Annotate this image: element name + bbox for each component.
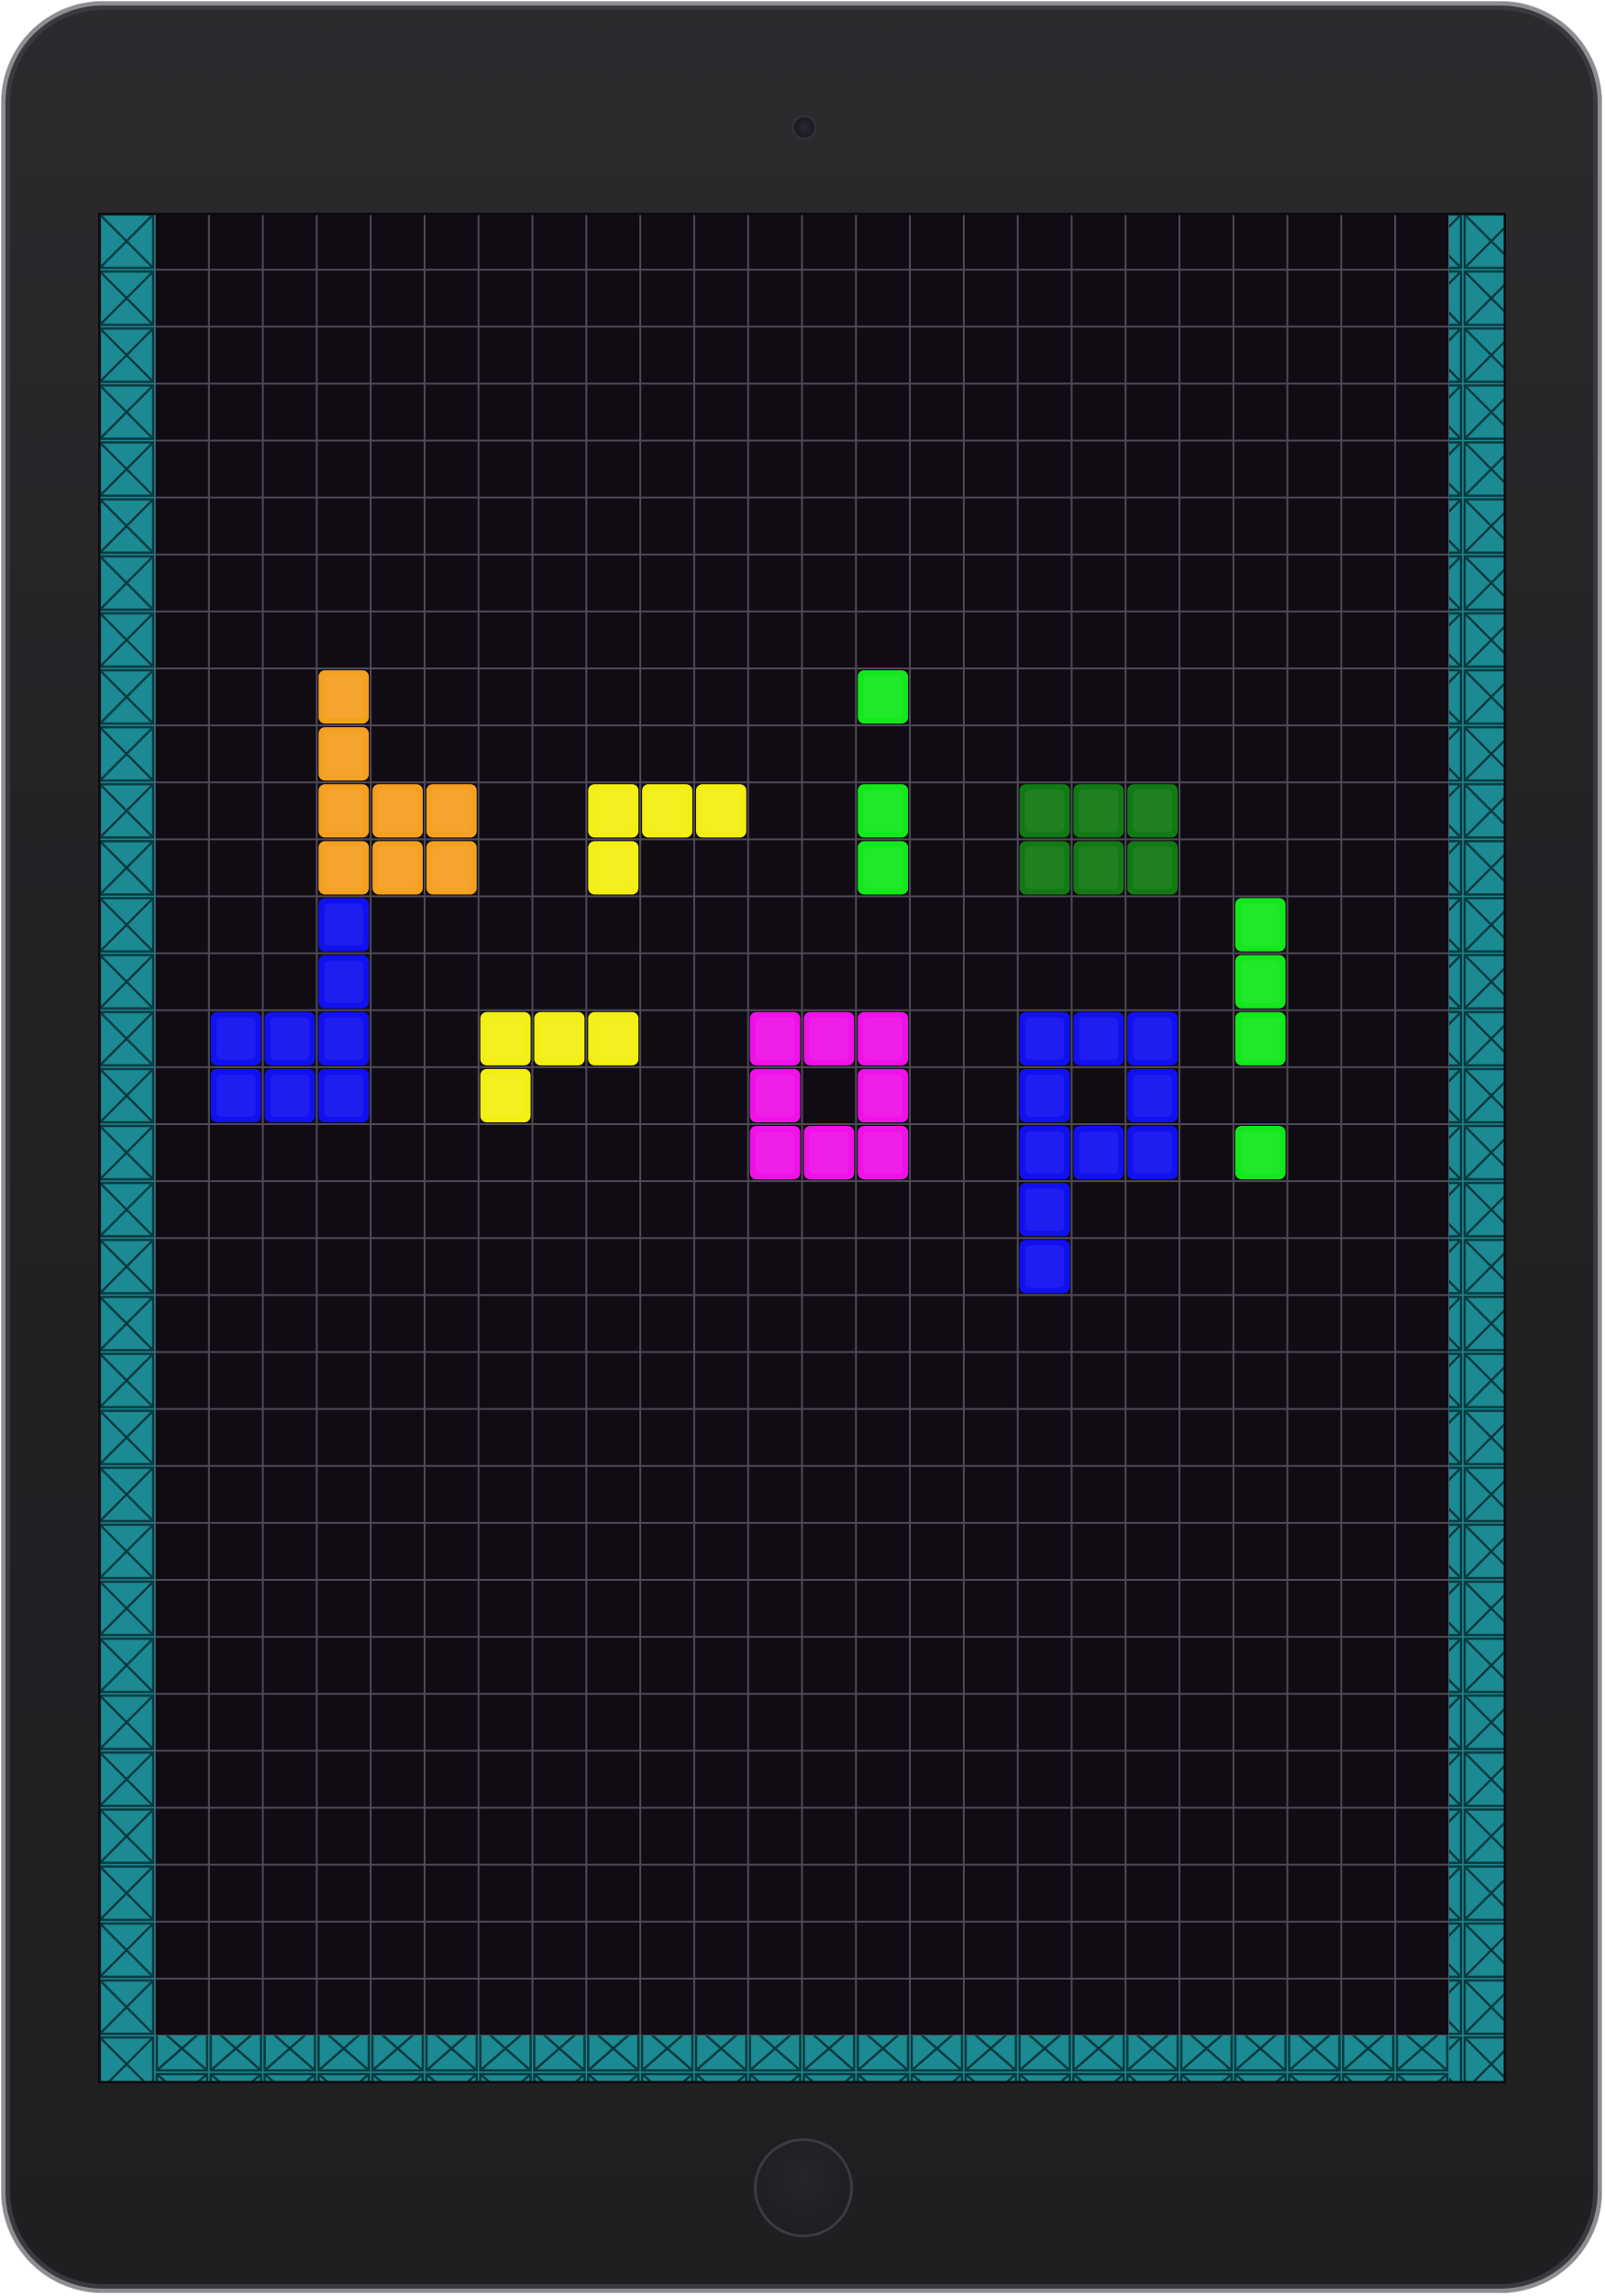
floor-wall <box>155 2036 1449 2083</box>
brick-highlight <box>1240 960 1280 1003</box>
brick-highlight <box>270 1074 310 1117</box>
brick-highlight <box>378 846 417 889</box>
brick-highlight <box>324 903 364 946</box>
brick-highlight <box>863 789 903 833</box>
brick-highlight <box>1240 903 1280 946</box>
brick-highlight <box>809 1017 849 1060</box>
brick-highlight <box>1133 846 1173 889</box>
brick-highlight <box>863 846 903 889</box>
brick-highlight <box>1240 1017 1280 1060</box>
brick-highlight <box>539 1017 580 1060</box>
camera-icon <box>792 116 816 139</box>
right-wall <box>1449 213 1506 2083</box>
brick-highlight <box>324 960 364 1003</box>
brick-highlight <box>1079 1017 1119 1060</box>
brick-highlight <box>863 1074 903 1117</box>
brick-highlight <box>1079 846 1119 889</box>
game-screen[interactable] <box>98 213 1506 2083</box>
home-button[interactable] <box>754 2138 853 2237</box>
brick-highlight <box>216 1074 256 1117</box>
brick-highlight <box>593 846 634 889</box>
brick-highlight <box>1133 1017 1173 1060</box>
game-board[interactable] <box>98 213 1506 2083</box>
brick-highlight <box>593 789 634 833</box>
brick-highlight <box>1024 1245 1065 1288</box>
brick-highlight <box>863 676 903 719</box>
brick-highlight <box>485 1074 526 1117</box>
brick-highlight <box>1240 1131 1280 1175</box>
brick-highlight <box>378 789 417 833</box>
tablet-frame <box>2 2 1601 2292</box>
brick-highlight <box>1133 1074 1173 1117</box>
brick-highlight <box>1133 1131 1173 1175</box>
brick-highlight <box>1079 789 1119 833</box>
brick-highlight <box>1024 1131 1065 1175</box>
left-wall <box>98 213 155 2083</box>
brick-highlight <box>324 676 364 719</box>
brick-highlight <box>324 733 364 776</box>
brick-highlight <box>324 789 364 833</box>
brick-highlight <box>1024 1017 1065 1060</box>
brick-highlight <box>1024 846 1065 889</box>
brick-highlight <box>324 1017 364 1060</box>
brick-highlight <box>431 846 471 889</box>
brick-highlight <box>809 1131 849 1175</box>
brick-highlight <box>755 1131 795 1175</box>
brick-highlight <box>485 1017 526 1060</box>
brick-highlight <box>755 1074 795 1117</box>
brick-highlight <box>431 789 471 833</box>
brick-highlight <box>270 1017 310 1060</box>
brick-highlight <box>648 789 687 833</box>
brick-highlight <box>755 1017 795 1060</box>
brick-highlight <box>1024 1188 1065 1231</box>
brick-highlight <box>324 846 364 889</box>
brick-highlight <box>1024 789 1065 833</box>
brick-highlight <box>1079 1131 1119 1175</box>
brick-highlight <box>701 789 741 833</box>
brick-highlight <box>216 1017 256 1060</box>
brick-highlight <box>324 1074 364 1117</box>
brick-highlight <box>863 1131 903 1175</box>
brick-highlight <box>1024 1074 1065 1117</box>
brick-exclamation <box>1234 898 1286 1180</box>
brick-highlight <box>1133 789 1173 833</box>
brick-highlight <box>863 1017 903 1060</box>
brick-highlight <box>593 1017 634 1060</box>
